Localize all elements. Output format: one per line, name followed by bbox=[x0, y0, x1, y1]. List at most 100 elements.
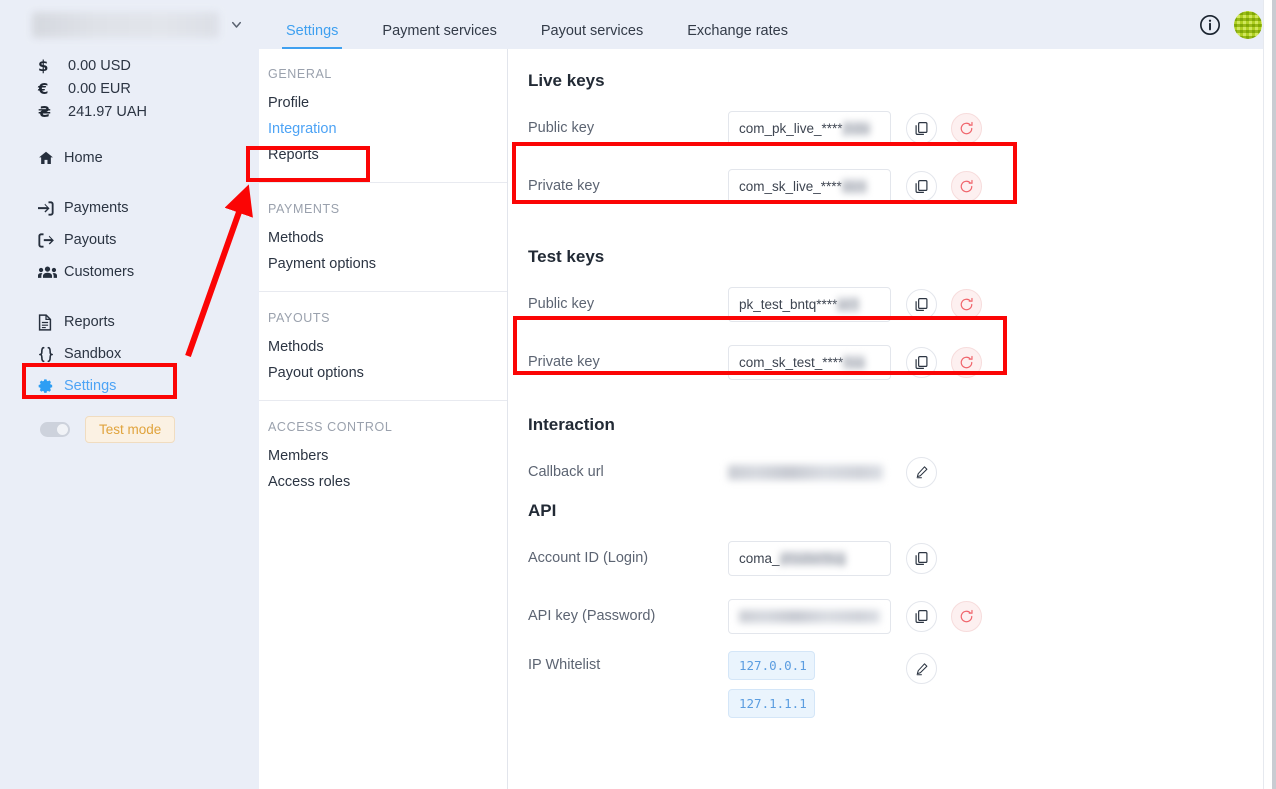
refresh-icon[interactable] bbox=[951, 170, 982, 202]
field-value: com_sk_live_**** bbox=[739, 178, 842, 194]
section-heading-test-keys: Test keys bbox=[528, 247, 605, 266]
subnav-item-payment-methods[interactable]: Methods bbox=[259, 225, 507, 251]
chevron-down-icon[interactable] bbox=[227, 16, 245, 34]
gear-icon bbox=[38, 378, 64, 394]
sidebar-item-label: Reports bbox=[64, 314, 115, 330]
sidebar-item-sandbox[interactable]: Sandbox bbox=[0, 338, 259, 370]
tab-exchange-rates[interactable]: Exchange rates bbox=[665, 0, 810, 49]
subnav-item-payment-options[interactable]: Payment options bbox=[259, 251, 507, 277]
callback-url-row: Callback url bbox=[508, 443, 1276, 501]
test-mode-control: Test mode bbox=[0, 416, 259, 443]
sidebar-item-label: Home bbox=[64, 150, 103, 166]
pencil-icon[interactable] bbox=[906, 653, 937, 684]
callback-url-value bbox=[728, 460, 891, 484]
copy-icon[interactable] bbox=[906, 600, 937, 632]
redacted-suffix: jhdw bbox=[842, 120, 871, 136]
subnav-group-payments: PAYMENTS Methods Payment options bbox=[259, 196, 507, 292]
avatar[interactable] bbox=[1234, 10, 1262, 39]
sidebar-item-label: Sandbox bbox=[64, 346, 122, 362]
sign-out-arrow-icon bbox=[38, 232, 64, 248]
subnav-item-integration[interactable]: Integration bbox=[259, 116, 507, 142]
balance-amount-eur: 0.00 EUR bbox=[68, 80, 131, 97]
top-tab-bar: Settings Payment services Payout service… bbox=[259, 0, 1276, 49]
test-private-key-field[interactable]: com_sk_test_**** hsa bbox=[728, 344, 891, 380]
field-label: Callback url bbox=[528, 464, 604, 480]
account-selector[interactable] bbox=[0, 0, 259, 49]
refresh-icon[interactable] bbox=[951, 112, 982, 144]
settings-subnav: GENERAL Profile Integration Reports PAYM… bbox=[259, 49, 508, 789]
tab-label: Payout services bbox=[540, 22, 644, 39]
subnav-item-members[interactable]: Members bbox=[259, 443, 507, 469]
subnav-group-payouts: PAYOUTS Methods Payout options bbox=[259, 305, 507, 401]
settings-body: GENERAL Profile Integration Reports PAYM… bbox=[259, 49, 1276, 789]
copy-icon[interactable] bbox=[906, 346, 937, 378]
users-icon bbox=[38, 265, 64, 279]
refresh-icon[interactable] bbox=[951, 600, 982, 632]
topbar-actions bbox=[1199, 0, 1262, 49]
subnav-item-payout-methods[interactable]: Methods bbox=[259, 334, 507, 360]
sidebar-item-label: Payments bbox=[64, 200, 129, 216]
ip-whitelist-tags: 127.0.0.1 127.1.1.1 bbox=[728, 651, 891, 718]
ip-tag[interactable]: 127.0.0.1 bbox=[728, 651, 815, 680]
info-circle-icon[interactable] bbox=[1199, 14, 1221, 36]
main-sidebar: $ 0.00 USD € 0.00 EUR ₴ 241.97 UAH Home bbox=[0, 0, 259, 789]
tab-payment-services[interactable]: Payment services bbox=[360, 0, 518, 49]
currency-symbol-usd: $ bbox=[38, 56, 49, 75]
field-label: API key (Password) bbox=[528, 608, 656, 624]
field-label: Private key bbox=[528, 178, 600, 194]
pencil-icon[interactable] bbox=[906, 456, 937, 488]
tab-payout-services[interactable]: Payout services bbox=[519, 0, 665, 49]
copy-icon[interactable] bbox=[906, 288, 937, 320]
redacted-suffix: wr3 bbox=[837, 296, 860, 312]
subnav-item-access-roles[interactable]: Access roles bbox=[259, 469, 507, 495]
sidebar-item-settings[interactable]: Settings bbox=[0, 370, 259, 402]
test-mode-badge[interactable]: Test mode bbox=[85, 416, 176, 443]
currency-symbol-uah: ₴ bbox=[38, 102, 51, 121]
subnav-group-title: PAYOUTS bbox=[268, 311, 331, 325]
tab-label: Payment services bbox=[382, 22, 497, 39]
balance-row: ₴ 241.97 UAH bbox=[38, 101, 259, 122]
subnav-item-reports[interactable]: Reports bbox=[259, 142, 507, 168]
tab-label: Exchange rates bbox=[687, 22, 788, 39]
sidebar-item-payouts[interactable]: Payouts bbox=[0, 224, 259, 256]
main-pane: Settings Payment services Payout service… bbox=[259, 0, 1276, 789]
live-public-key-row: Public key com_pk_live_**** jhdw bbox=[508, 99, 1276, 157]
live-public-key-field[interactable]: com_pk_live_**** jhdw bbox=[728, 110, 891, 146]
balance-row: € 0.00 EUR bbox=[38, 78, 259, 99]
sidebar-item-customers[interactable]: Customers bbox=[0, 256, 259, 288]
account-id-row: Account ID (Login) coma_ phsdwr9ug bbox=[508, 529, 1276, 587]
field-value: com_sk_test_**** bbox=[739, 354, 844, 370]
subnav-item-profile[interactable]: Profile bbox=[259, 90, 507, 116]
balance-amount-uah: 241.97 UAH bbox=[68, 103, 147, 120]
ip-tag[interactable]: 127.1.1.1 bbox=[728, 689, 815, 718]
subnav-item-payout-options[interactable]: Payout options bbox=[259, 360, 507, 386]
refresh-icon[interactable] bbox=[951, 288, 982, 320]
api-key-field[interactable] bbox=[728, 598, 891, 634]
field-label: Public key bbox=[528, 296, 595, 312]
account-id-field[interactable]: coma_ phsdwr9ug bbox=[728, 540, 891, 576]
field-value: com_pk_live_**** bbox=[739, 120, 843, 136]
copy-icon[interactable] bbox=[906, 170, 937, 202]
tab-settings[interactable]: Settings bbox=[259, 0, 360, 49]
sidebar-item-label: Payouts bbox=[64, 232, 117, 248]
test-private-key-row: Private key com_sk_test_**** hsa bbox=[508, 333, 1276, 391]
refresh-icon[interactable] bbox=[951, 346, 982, 378]
balance-list: $ 0.00 USD € 0.00 EUR ₴ 241.97 UAH bbox=[0, 49, 259, 134]
subnav-group-title: ACCESS CONTROL bbox=[268, 420, 393, 434]
sidebar-item-payments[interactable]: Payments bbox=[0, 192, 259, 224]
page-scrollbar[interactable] bbox=[1263, 0, 1276, 789]
braces-icon bbox=[38, 346, 64, 363]
copy-icon[interactable] bbox=[906, 112, 937, 144]
field-label: Public key bbox=[528, 120, 595, 136]
sidebar-item-home[interactable]: Home bbox=[0, 142, 259, 174]
test-public-key-field[interactable]: pk_test_bntq**** wr3 bbox=[728, 286, 891, 322]
tab-list: Settings Payment services Payout service… bbox=[259, 0, 810, 49]
field-label: Private key bbox=[528, 354, 600, 370]
copy-icon[interactable] bbox=[906, 542, 937, 574]
live-private-key-field[interactable]: com_sk_live_**** kkm bbox=[728, 168, 891, 204]
sidebar-item-reports[interactable]: Reports bbox=[0, 306, 259, 338]
subnav-group-access-control: ACCESS CONTROL Members Access roles bbox=[259, 414, 507, 509]
document-icon bbox=[38, 313, 64, 331]
test-mode-toggle[interactable] bbox=[40, 422, 70, 437]
balance-amount-usd: 0.00 USD bbox=[68, 57, 131, 74]
